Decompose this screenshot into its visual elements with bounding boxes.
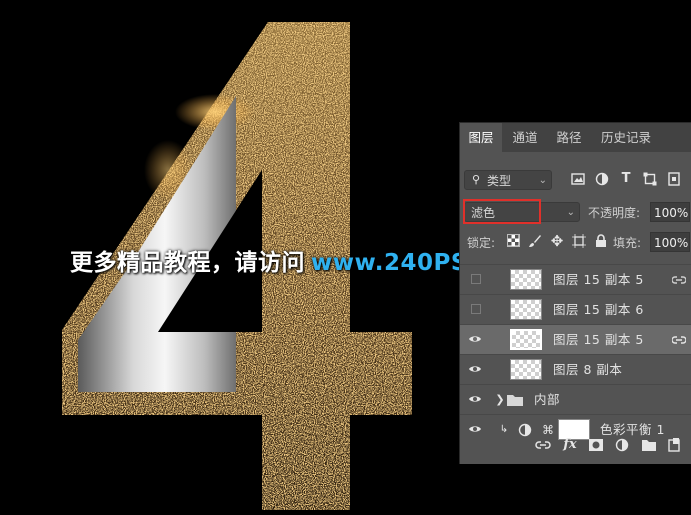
chevron-down-icon: ⌄	[538, 175, 547, 186]
layer-group-row[interactable]: ❯ 内部	[460, 384, 691, 414]
lock-label: 锁定:	[467, 236, 496, 250]
layer-group-name: 内部	[534, 392, 561, 407]
layer-row[interactable]: 图层 15 副本 5	[460, 264, 691, 294]
layer-thumbnail	[510, 269, 542, 290]
visibility-toggle-off[interactable]	[471, 304, 481, 314]
lock-transparent-icon[interactable]	[505, 234, 521, 250]
pixel-layer-filter-icon[interactable]	[570, 172, 586, 188]
lock-pixels-brush-icon[interactable]	[527, 234, 543, 250]
layer-name: 图层 15 副本 6	[553, 302, 644, 317]
chevron-down-icon: ⌄	[566, 207, 575, 218]
layer-thumbnail	[510, 329, 542, 350]
eye-icon[interactable]	[468, 332, 482, 346]
layer-name: 图层 8 副本	[553, 362, 623, 377]
link-icon[interactable]	[535, 438, 551, 452]
mask-icon[interactable]	[588, 438, 604, 452]
smart-object-filter-icon[interactable]	[666, 172, 682, 188]
link-icon	[672, 276, 686, 284]
link-icon	[672, 336, 686, 344]
opacity-label: 不透明度:	[588, 206, 641, 220]
tab-channels[interactable]: 通道	[504, 123, 546, 152]
fill-input[interactable]: 100%	[650, 232, 690, 252]
opacity-input[interactable]: 100%	[650, 202, 690, 222]
blend-mode-highlight	[463, 199, 541, 224]
layer-name: 图层 15 副本 5	[553, 272, 644, 287]
lock-row: 锁定: ✥ 填充: 100%	[460, 232, 691, 260]
layer-thumbnail	[510, 359, 542, 380]
folder-icon[interactable]	[641, 438, 657, 452]
eye-icon[interactable]	[468, 362, 482, 376]
search-icon: ⚲	[471, 173, 481, 186]
eye-icon[interactable]	[468, 392, 482, 406]
visibility-toggle-off[interactable]	[471, 274, 481, 284]
lock-artboard-icon[interactable]	[571, 234, 587, 250]
new-layer-icon[interactable]	[667, 437, 681, 453]
layers-panel: 图层 通道 路径 历史记录 ⚲ 类型 ⌄ T 滤色 ⌄ 不透明度: 100% 锁…	[459, 122, 691, 464]
lock-all-icon[interactable]	[593, 234, 609, 250]
layer-row[interactable]: 图层 8 副本	[460, 354, 691, 384]
tab-layers[interactable]: 图层	[460, 123, 502, 152]
layer-row[interactable]: 图层 15 副本 6	[460, 294, 691, 324]
lock-position-move-icon[interactable]: ✥	[549, 233, 565, 249]
layer-name: 图层 15 副本 5	[553, 332, 644, 347]
filter-row: ⚲ 类型 ⌄ T	[460, 170, 691, 198]
tab-history[interactable]: 历史记录	[594, 123, 658, 152]
fx-icon[interactable]: fx	[562, 437, 578, 453]
adjustment-filter-icon[interactable]	[594, 172, 610, 188]
adjustment-icon[interactable]	[615, 438, 629, 452]
panel-bottom-bar: fx	[460, 428, 691, 464]
fill-label: 填充:	[613, 236, 642, 250]
panel-tabs: 图层 通道 路径 历史记录	[460, 123, 691, 152]
tab-paths[interactable]: 路径	[548, 123, 590, 152]
folder-icon	[507, 395, 523, 406]
shape-filter-icon[interactable]	[642, 172, 658, 188]
blend-row: 滤色 ⌄ 不透明度: 100%	[460, 199, 691, 230]
layer-thumbnail	[510, 299, 542, 320]
watermark-label: 更多精品教程，请访问	[70, 250, 305, 276]
type-layer-filter-icon[interactable]: T	[618, 171, 634, 187]
filter-type-dropdown[interactable]: ⚲ 类型 ⌄	[464, 170, 552, 190]
layer-row-selected[interactable]: 图层 15 副本 5	[460, 324, 691, 354]
filter-type-label: 类型	[487, 174, 512, 188]
